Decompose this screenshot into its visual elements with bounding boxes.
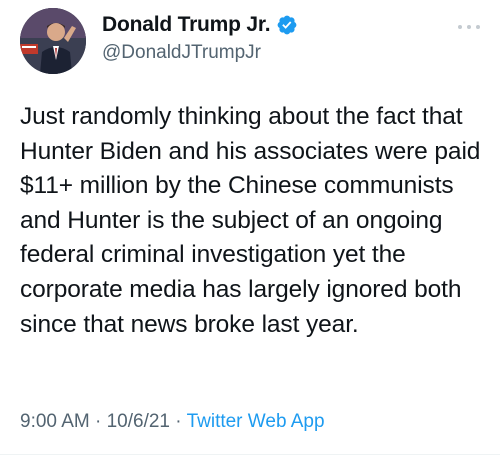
meta-separator: · <box>95 411 107 432</box>
tweet-text: Just randomly thinking about the fact th… <box>20 103 481 338</box>
tweet: Donald Trump Jr. @DonaldJTrumpJr Just ra… <box>0 0 500 455</box>
meta-separator: · <box>175 411 187 432</box>
tweet-meta: 9:00 AM · 10/6/21 · Twitter Web App <box>20 411 325 433</box>
more-options-icon[interactable] <box>458 22 480 32</box>
avatar-image <box>20 8 86 74</box>
more-dot <box>467 25 471 29</box>
tweet-date[interactable]: 10/6/21 <box>107 411 170 432</box>
author-names: Donald Trump Jr. @DonaldJTrumpJr <box>102 12 298 64</box>
more-dot <box>458 25 462 29</box>
tweet-time[interactable]: 9:00 AM <box>20 411 90 432</box>
verified-badge-icon <box>276 14 298 36</box>
avatar[interactable] <box>20 8 86 74</box>
more-dot <box>476 25 480 29</box>
tweet-source-link[interactable]: Twitter Web App <box>187 411 325 432</box>
display-name[interactable]: Donald Trump Jr. <box>102 13 271 37</box>
display-name-row: Donald Trump Jr. <box>102 12 298 38</box>
author-handle[interactable]: @DonaldJTrumpJr <box>102 42 298 64</box>
tweet-header: Donald Trump Jr. @DonaldJTrumpJr <box>18 4 482 80</box>
